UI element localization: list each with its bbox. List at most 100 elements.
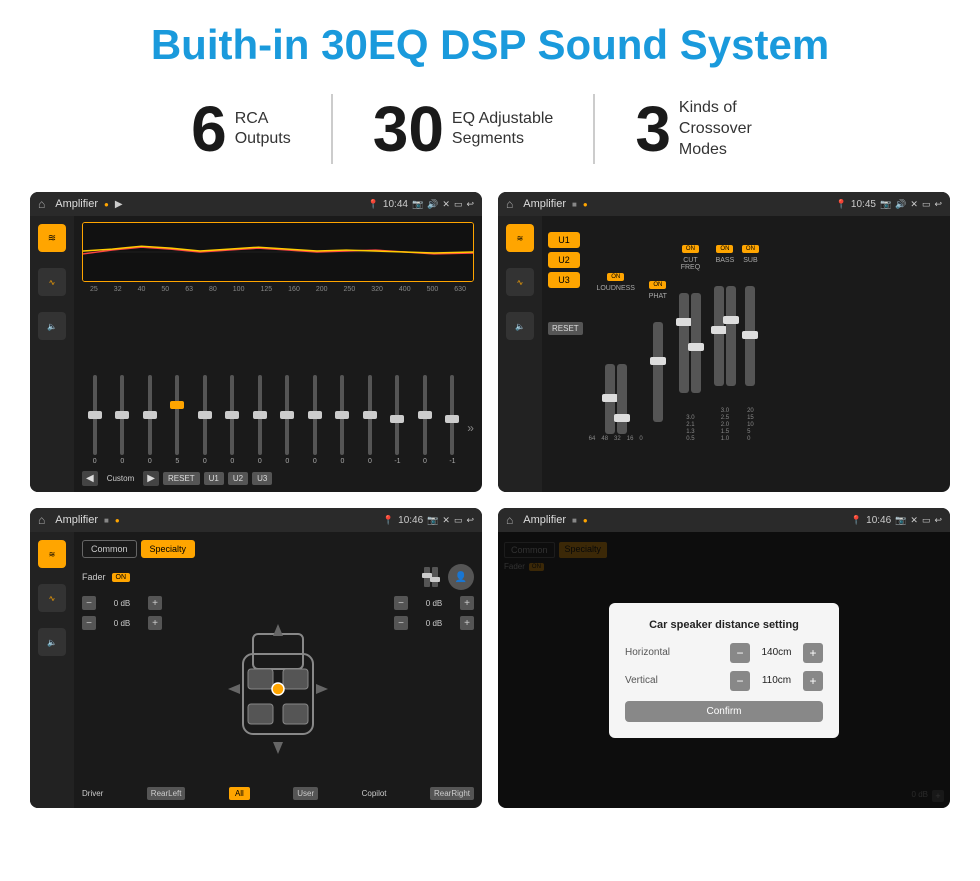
db-value-4: 0 dB [412,619,456,628]
eq-slider-12[interactable]: -1 [385,375,411,465]
eq-wave-icon[interactable]: ∿ [38,268,66,296]
eq-reset-btn[interactable]: RESET [163,472,200,485]
eq-screen-content: ≋ ∿ 🔈 [30,216,482,492]
plus-btn-2[interactable]: + [148,616,162,630]
back-icon-2: ↩ [934,199,942,210]
eq-u3-btn[interactable]: U3 [252,472,272,485]
fader-speaker-icon[interactable]: 🔈 [38,628,66,656]
dialog-screen-content: Common Specialty Fader ON 0 dB + [498,532,950,808]
minus-btn-3[interactable]: − [394,596,408,610]
db-value-2: 0 dB [100,619,144,628]
tab-common[interactable]: Common [82,540,137,558]
bass-slider-2[interactable] [726,286,736,386]
slider-thumb-1 [88,411,102,419]
confirm-btn[interactable]: Confirm [625,701,823,722]
stat-label-rca: RCAOutputs [235,109,291,151]
eq-prev-btn[interactable]: ◀ [82,471,98,486]
all-btn[interactable]: All [229,787,250,800]
fader-user-icon[interactable]: 👤 [448,564,474,590]
eq-slider-10[interactable]: 0 [330,375,356,465]
eq-u1-btn[interactable]: U1 [204,472,224,485]
dialog-title: Car speaker distance setting [625,619,823,631]
eq-slider-11[interactable]: 0 [357,375,383,465]
fader-label: Fader [82,572,106,582]
minus-btn-2[interactable]: − [82,616,96,630]
fader-on-badge[interactable]: ON [112,573,131,582]
eq-filter-icon[interactable]: ≋ [38,224,66,252]
slider-thumb-6 [225,411,239,419]
eq-slider-2[interactable]: 0 [110,375,136,465]
fader-filter-icon[interactable]: ≋ [38,540,66,568]
amp-content: U1 U2 U3 RESET ON LOUDNESS [548,222,944,486]
amp-main: U1 U2 U3 RESET ON LOUDNESS [542,216,950,492]
horizontal-plus-btn[interactable]: + [803,643,823,663]
horizontal-minus-btn[interactable]: − [730,643,750,663]
bass-label: BASS [716,257,735,264]
slider-thumb-3 [143,411,157,419]
eq-slider-14[interactable]: -1 [440,375,466,465]
u2-btn[interactable]: U2 [548,252,580,268]
screenshot-amp: ⌂ Amplifier ■ ● 📍 10:45 📷 🔊 ✕ ▭ ↩ ≋ [498,192,950,492]
eq-slider-6[interactable]: 0 [220,375,246,465]
reset-btn-2[interactable]: RESET [548,322,583,335]
sub-sliders [745,266,755,406]
amp-channels-row: ON LOUDNESS 644832160 [589,222,944,442]
rearright-btn[interactable]: RearRight [430,787,474,800]
phat-slider[interactable] [653,322,663,422]
plus-btn-4[interactable]: + [460,616,474,630]
plus-btn-1[interactable]: + [148,596,162,610]
plus-btn-3[interactable]: + [460,596,474,610]
eq-slider-13[interactable]: 0 [412,375,438,465]
vertical-minus-btn[interactable]: − [730,671,750,691]
status-icons-4: 📍 10:46 📷 ✕ ▭ ↩ [851,515,942,526]
loudness-slider-1[interactable] [605,364,615,434]
tab-specialty[interactable]: Specialty [141,540,196,558]
user-btn[interactable]: User [293,787,318,800]
phat-on[interactable]: ON [649,281,666,289]
location-icon-4: 📍 [851,515,862,526]
vertical-plus-btn[interactable]: + [803,671,823,691]
home-icon-1: ⌂ [38,197,45,211]
freq-250: 250 [344,286,356,293]
u3-btn[interactable]: U3 [548,272,580,288]
minus-btn-4[interactable]: − [394,616,408,630]
minus-btn-1[interactable]: − [82,596,96,610]
eq-slider-9[interactable]: 0 [302,375,328,465]
eq-sliders: 0 0 0 5 [82,297,474,465]
amp-wave-icon[interactable]: ∿ [506,268,534,296]
location-icon-3: 📍 [383,515,394,526]
cutfreq-scale: 3.02.11.30.5 [686,415,694,442]
bass-slider-1[interactable] [714,286,724,386]
cutfreq-slider-2[interactable] [691,293,701,393]
eq-slider-3[interactable]: 0 [137,375,163,465]
cutfreq-on[interactable]: ON [682,245,699,253]
slider-track-14 [450,375,454,455]
eq-speaker-icon[interactable]: 🔈 [38,312,66,340]
rearleft-btn[interactable]: RearLeft [147,787,186,800]
sub-on[interactable]: ON [742,245,759,253]
fader-right-controls: − 0 dB + − 0 dB + [394,596,474,781]
copilot-label: Copilot [362,789,387,798]
amp-filter-icon[interactable]: ≋ [506,224,534,252]
eq-next-btn[interactable]: ▶ [143,471,159,486]
eq-u2-btn[interactable]: U2 [228,472,248,485]
amplifier-title-3: Amplifier [55,514,98,526]
amp-speaker-icon[interactable]: 🔈 [506,312,534,340]
loudness-slider-2[interactable] [617,364,627,434]
fader-tabs: Common Specialty [82,540,474,558]
fader-db-1: − 0 dB + [82,596,162,610]
fader-wave-icon[interactable]: ∿ [38,584,66,612]
eq-slider-5[interactable]: 0 [192,375,218,465]
slider-track-5 [203,375,207,455]
eq-slider-1[interactable]: 0 [82,375,108,465]
camera-icon-2: 📷 [880,199,891,210]
slider-track-6 [230,375,234,455]
eq-slider-4[interactable]: 5 [165,375,191,465]
slider-track-3 [148,375,152,455]
bass-on[interactable]: ON [716,245,733,253]
eq-slider-7[interactable]: 0 [247,375,273,465]
loudness-on[interactable]: ON [607,273,624,281]
sub-slider[interactable] [745,286,755,386]
eq-slider-8[interactable]: 0 [275,375,301,465]
u1-btn[interactable]: U1 [548,232,580,248]
